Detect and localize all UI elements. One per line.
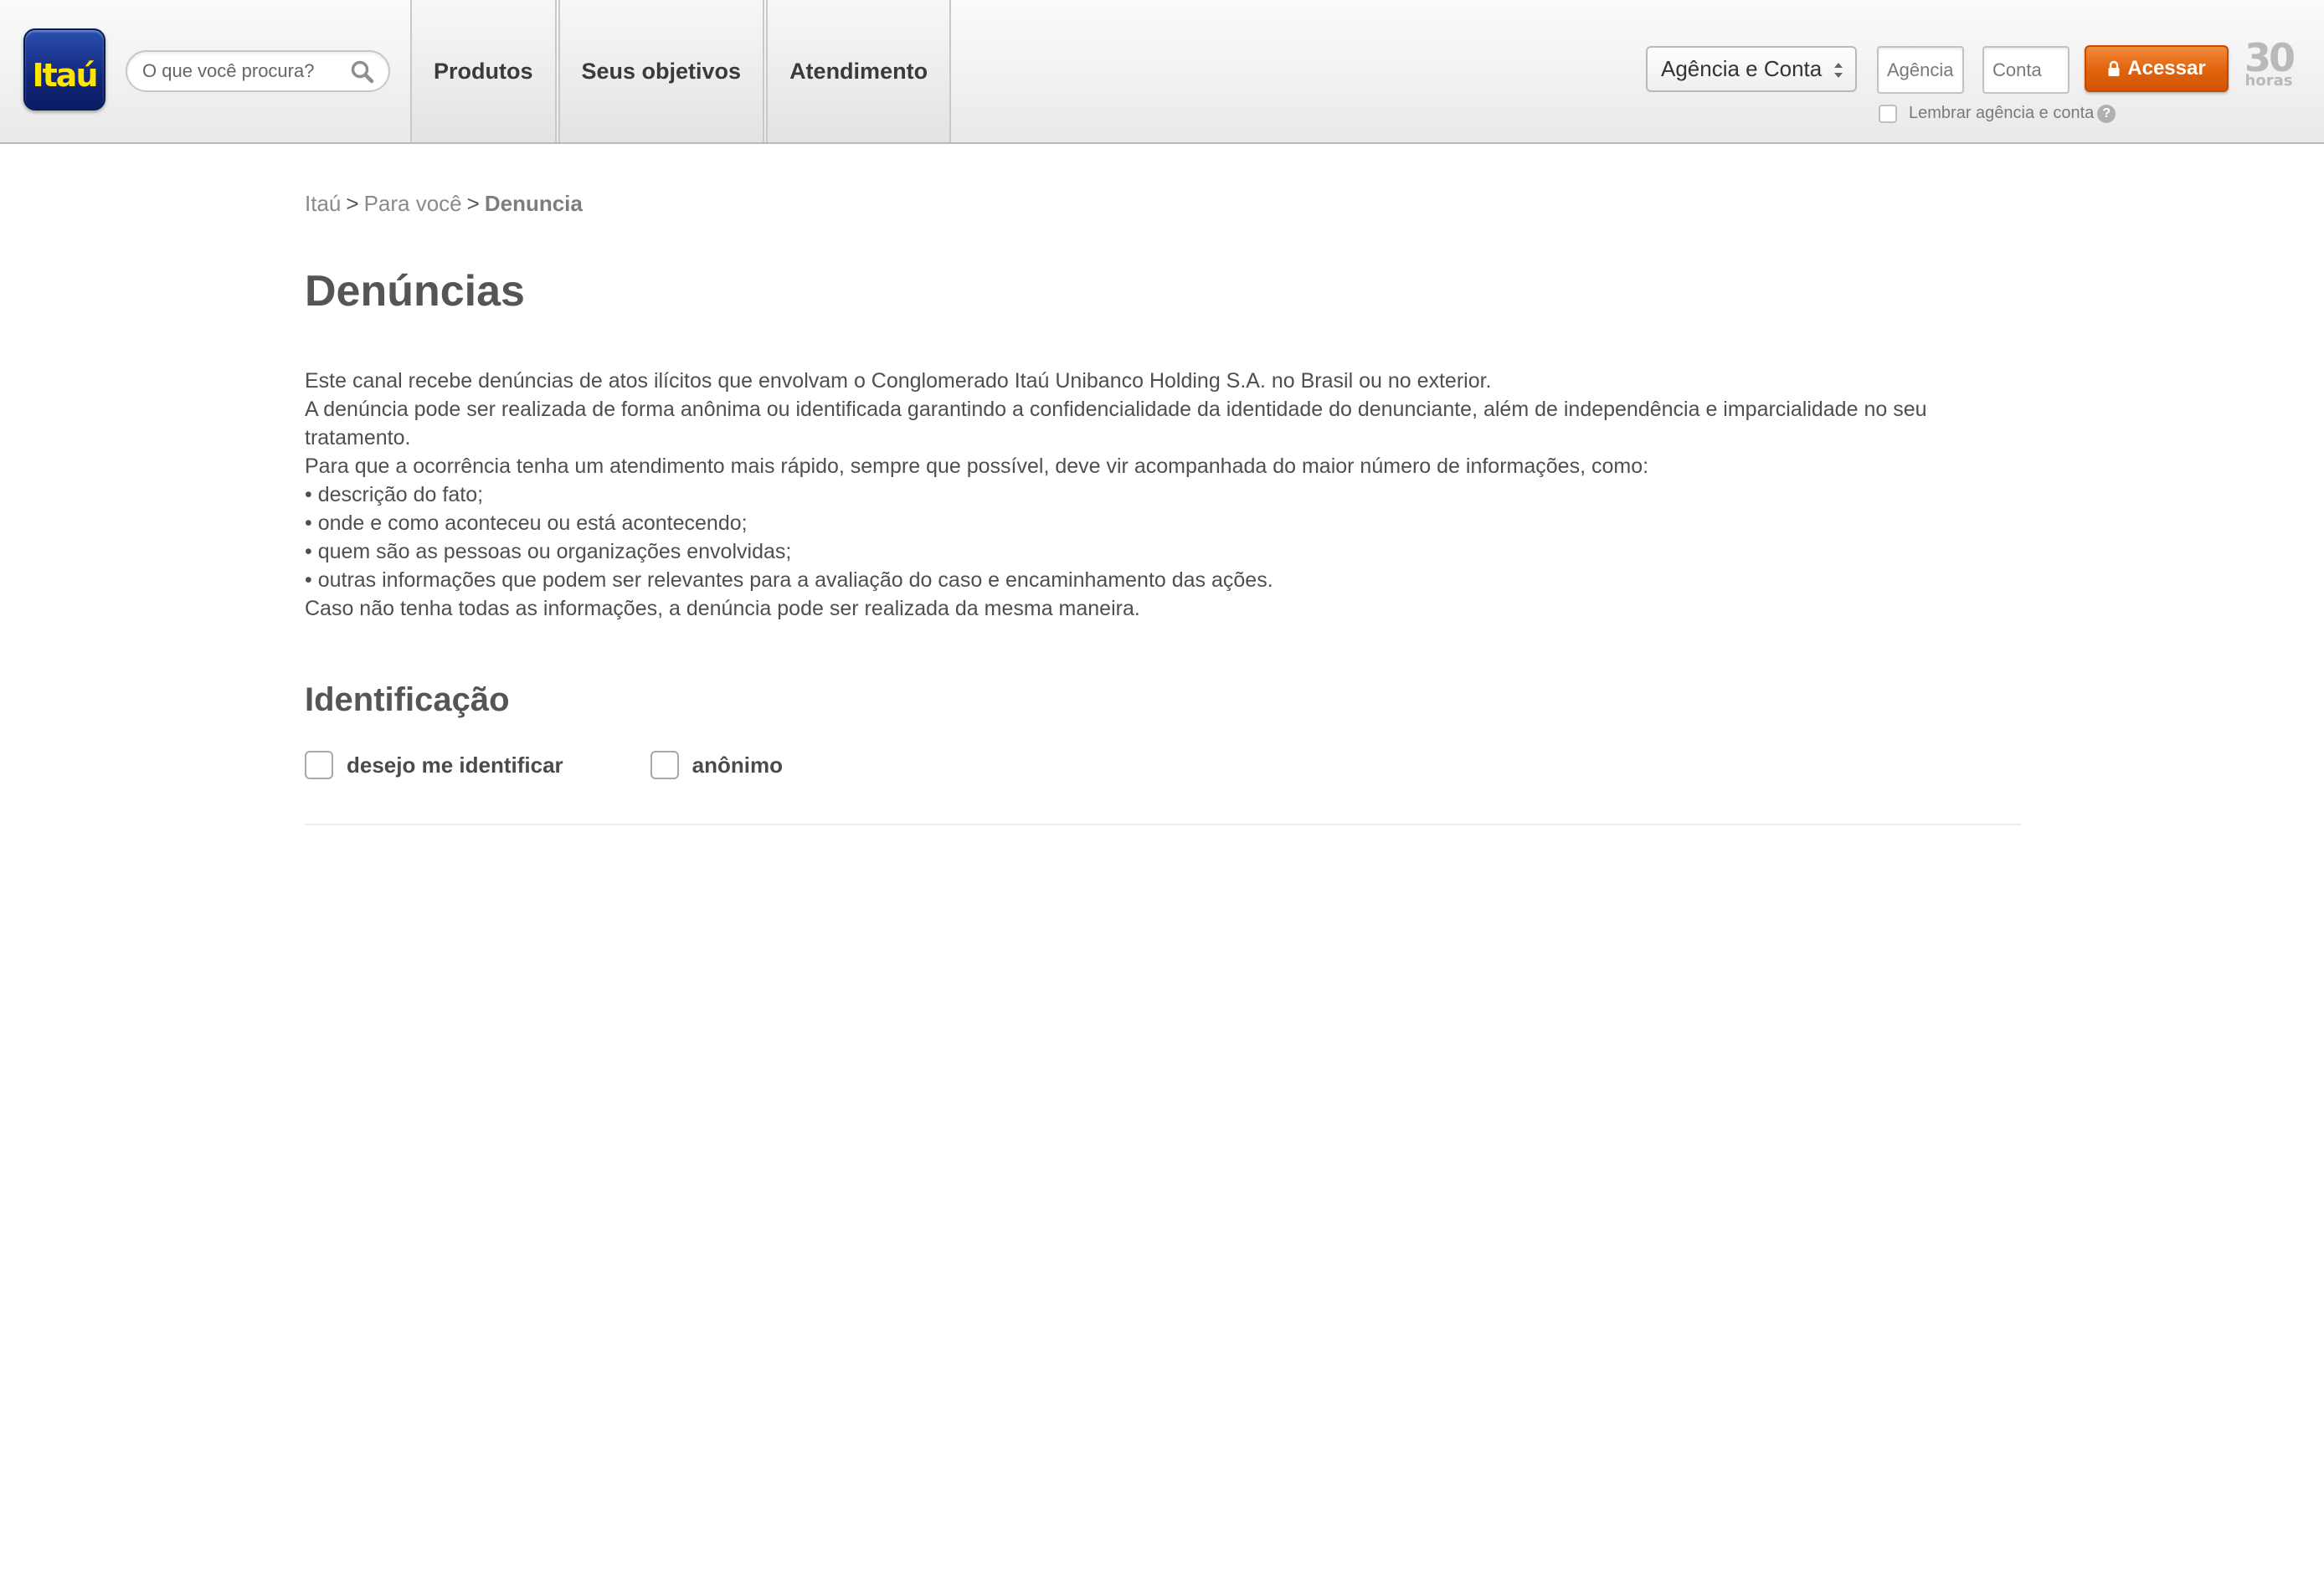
paragraph: A denúncia pode ser realizada de forma a… — [305, 398, 1927, 449]
badge-word: horas — [2244, 72, 2293, 90]
list-item: • onde e como aconteceu ou está acontece… — [305, 511, 748, 535]
logo-text: Itaú — [32, 57, 99, 94]
select-arrows-icon — [1834, 63, 1843, 78]
acessar-button[interactable]: Acessar — [2085, 45, 2229, 92]
list-item: • outras informações que podem ser relev… — [305, 568, 1273, 592]
list-item: • descrição do fato; — [305, 483, 484, 506]
anonymous-label: anônimo — [692, 752, 783, 778]
page-title: Denúncias — [305, 267, 525, 316]
lock-icon — [2108, 60, 2120, 76]
nav-item-produtos[interactable]: Produtos — [410, 0, 557, 142]
conta-input[interactable] — [1984, 48, 2068, 92]
search-box — [126, 50, 390, 92]
remember-account: Lembrar agência e conta ? — [1879, 104, 2116, 123]
nav-item-atendimento[interactable]: Atendimento — [766, 0, 952, 142]
search-input[interactable] — [141, 59, 342, 84]
main-content: Itaú > Para você > Denuncia Denúncias Este c… — [305, 191, 2021, 825]
agencia-field-wrap — [1877, 46, 1964, 94]
account-type-select-value: Agência e Conta — [1661, 56, 1823, 81]
breadcrumb: Itaú > Para você > Denuncia — [305, 191, 2021, 221]
intro-text: Este canal recebe denúncias de atos ilíc… — [305, 367, 2021, 623]
conta-field-wrap — [1982, 46, 2069, 94]
identification-title: Identificação — [305, 681, 510, 718]
agencia-input[interactable] — [1879, 48, 1962, 92]
breadcrumb-current: Denuncia — [484, 191, 583, 216]
remember-checkbox[interactable] — [1879, 104, 1897, 123]
breadcrumb-item-para-voce[interactable]: Para você — [364, 191, 462, 216]
option-anonymous[interactable]: anônimo — [650, 751, 783, 779]
top-header: Itaú Produtos Seus objetivos Atendimento… — [0, 0, 2324, 144]
nav-item-seus-objetivos[interactable]: Seus objetivos — [558, 0, 765, 142]
remember-label: Lembrar agência e conta — [1909, 104, 2095, 122]
identify-checkbox[interactable] — [305, 751, 333, 779]
30-horas-badge[interactable]: 30 horas — [2244, 39, 2296, 97]
account-type-select[interactable]: Agência e Conta — [1646, 46, 1857, 92]
paragraph: Para que a ocorrência tenha um atendimen… — [305, 455, 1649, 478]
acessar-button-label: Acessar — [2127, 57, 2206, 80]
search-icon[interactable] — [350, 59, 375, 85]
breadcrumb-separator: > — [466, 191, 480, 216]
anonymous-checkbox[interactable] — [650, 751, 679, 779]
help-icon-glyph: ? — [2102, 105, 2111, 121]
paragraph: Caso não tenha todas as informações, a d… — [305, 597, 1140, 620]
option-identify[interactable]: desejo me identificar — [305, 751, 563, 779]
paragraph: Este canal recebe denúncias de atos ilíc… — [305, 369, 1492, 393]
main-nav: Produtos Seus objetivos Atendimento — [410, 0, 953, 142]
identification-options: desejo me identificar anônimo — [305, 750, 2021, 780]
section-divider — [305, 824, 2021, 825]
help-icon[interactable]: ? — [2097, 104, 2116, 123]
list-item: • quem são as pessoas ou organizações en… — [305, 540, 792, 563]
breadcrumb-separator: > — [346, 191, 359, 216]
breadcrumb-item-itau[interactable]: Itaú — [305, 191, 341, 216]
identify-label: desejo me identificar — [347, 752, 563, 778]
itau-logo[interactable]: Itaú — [23, 28, 105, 110]
